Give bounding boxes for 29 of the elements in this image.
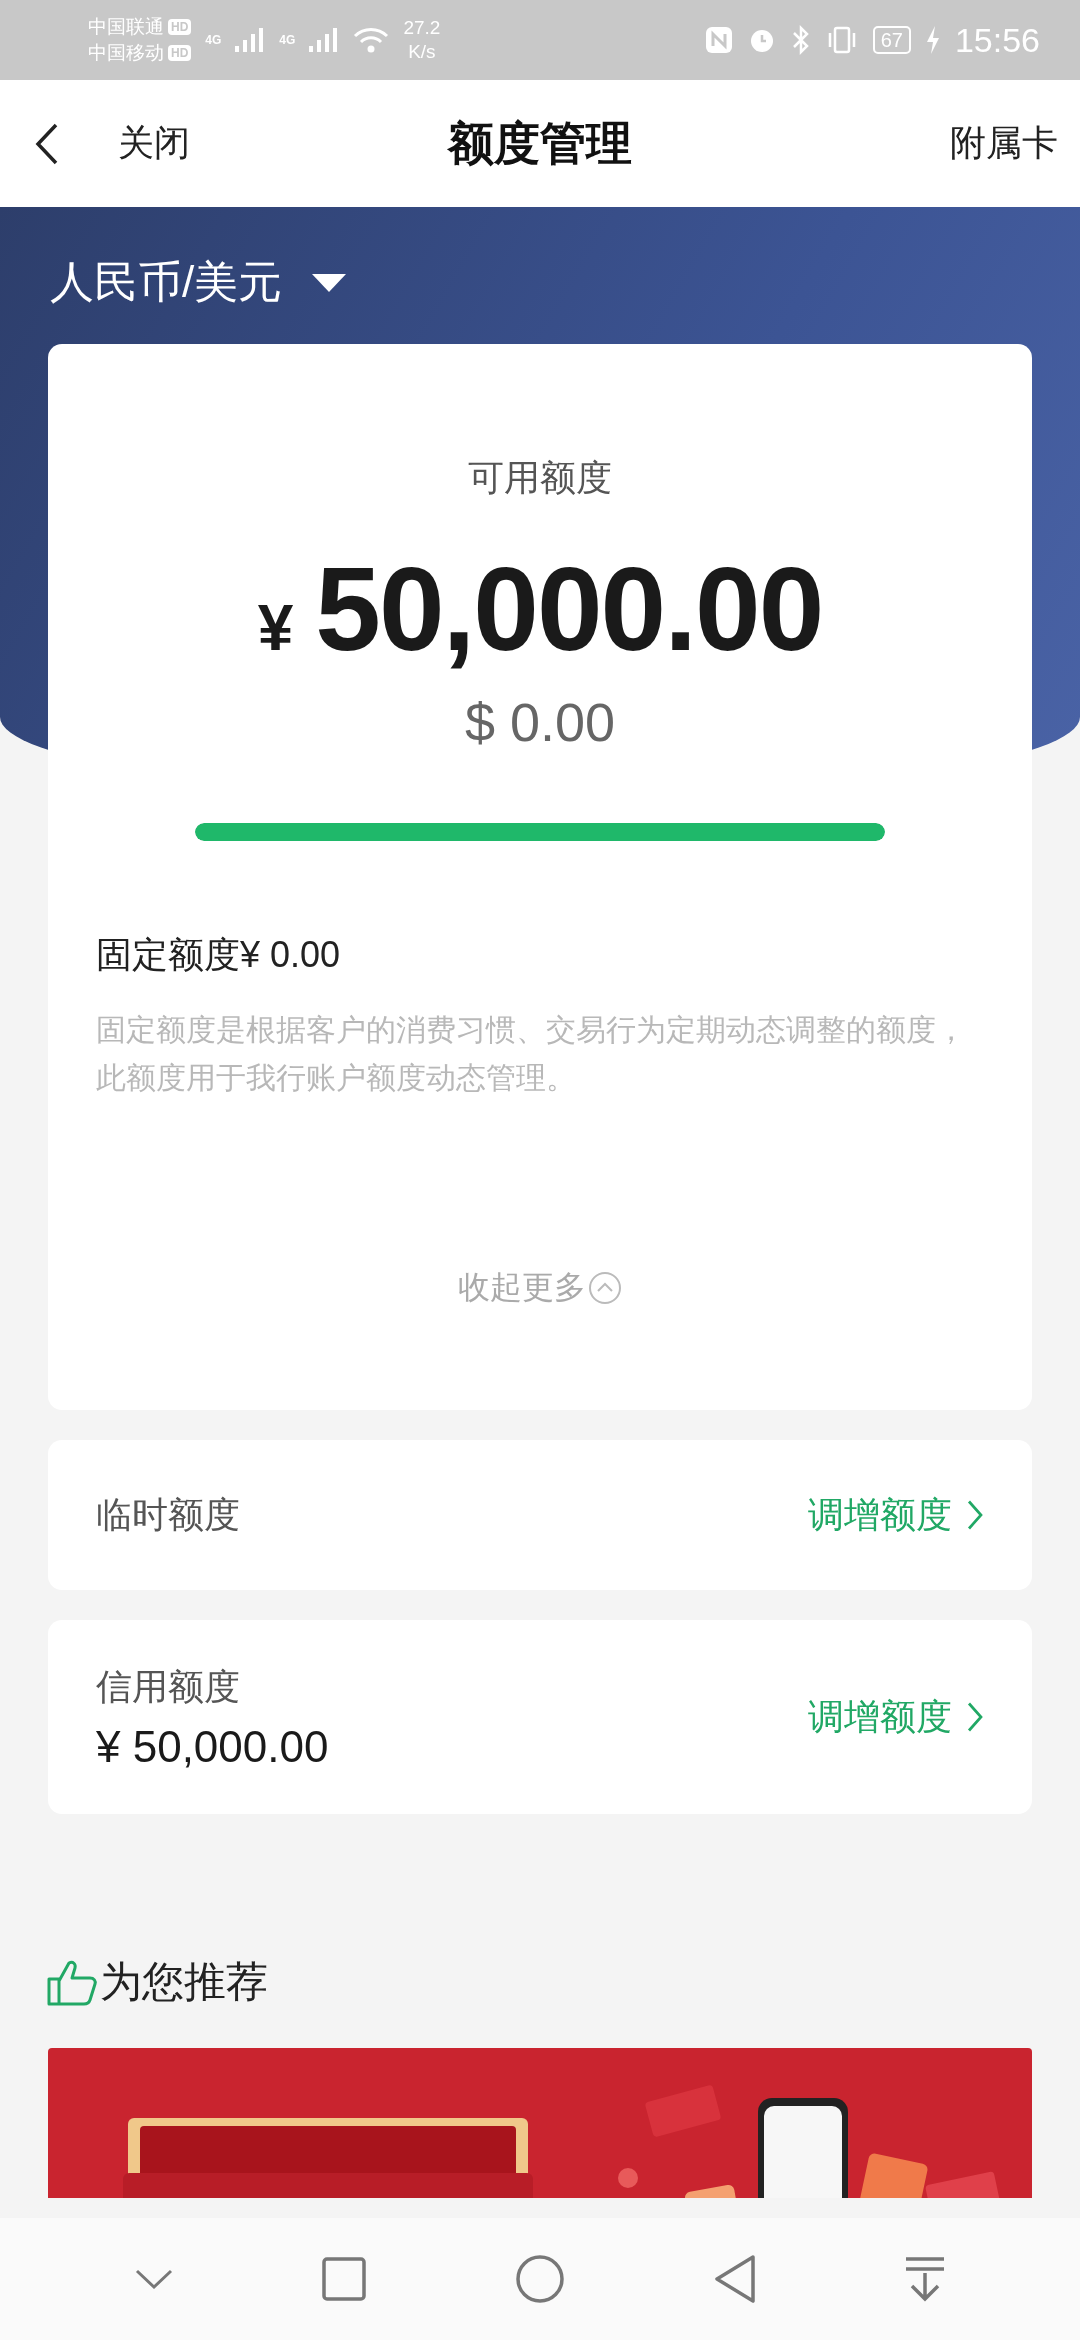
chevron-right-icon bbox=[966, 1498, 984, 1532]
dropdown-caret-icon bbox=[312, 273, 347, 292]
close-button[interactable]: 关闭 bbox=[118, 119, 190, 168]
currency-selector[interactable]: 人民币/美元 bbox=[50, 253, 347, 312]
fixed-credit: 固定额度¥ 0.00 bbox=[96, 933, 341, 977]
fixed-credit-description: 固定额度是根据客户的消费习惯、交易行为定期动态调整的额度，此额度用于我行账户额度动态管理。 bbox=[96, 1012, 967, 1096]
recent-apps-button[interactable] bbox=[321, 2256, 368, 2302]
wifi-icon bbox=[353, 26, 390, 54]
limit-label: 信用额度 bbox=[96, 1664, 241, 1709]
chevron-up-icon bbox=[588, 1271, 622, 1305]
charging-icon bbox=[924, 25, 941, 55]
page-title: 额度管理 bbox=[448, 115, 632, 171]
limit-amount: ¥ 50,000.00 bbox=[96, 1721, 329, 1772]
bluetooth-icon bbox=[790, 25, 811, 55]
supplementary-card-button[interactable]: 附属卡 bbox=[950, 119, 1058, 168]
chevron-right-icon bbox=[966, 1700, 984, 1734]
signal-icon bbox=[309, 26, 340, 54]
available-amount: 50,000.00 bbox=[315, 542, 823, 677]
nfc-icon bbox=[704, 26, 733, 54]
available-credit-label: 可用额度 bbox=[468, 456, 612, 500]
collapse-button[interactable] bbox=[133, 2267, 174, 2291]
back-button[interactable] bbox=[34, 121, 60, 166]
currency-symbol: ¥ bbox=[257, 591, 294, 665]
limit-label: 临时额度 bbox=[96, 1492, 240, 1537]
notification-down-button[interactable] bbox=[904, 2256, 947, 2302]
signal-icon bbox=[235, 26, 266, 54]
usd-amount: $ 0.00 bbox=[464, 691, 616, 753]
home-button[interactable] bbox=[515, 2254, 565, 2304]
recommend-title: 为您推荐 bbox=[100, 1957, 268, 2007]
